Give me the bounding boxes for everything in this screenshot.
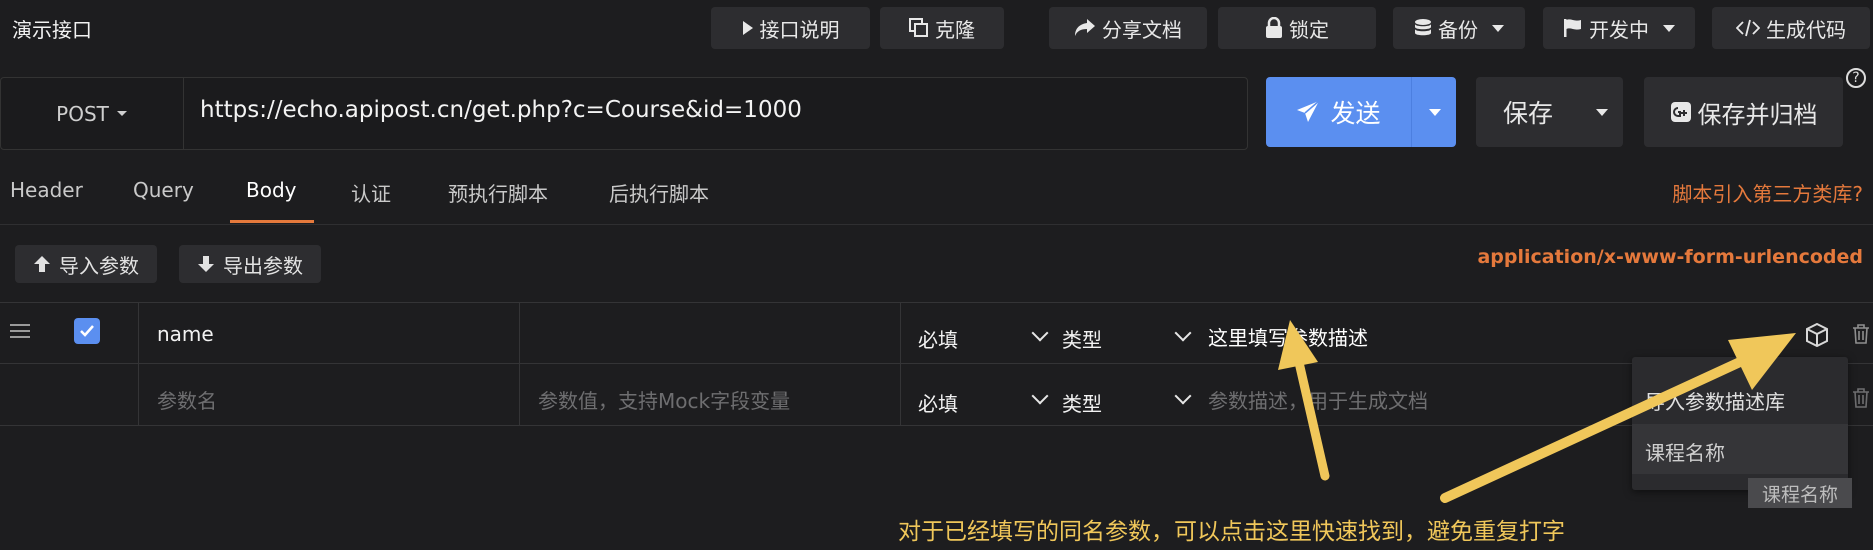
save-archive-button[interactable]: 保存并归档 [1644,77,1843,147]
method-label: POST [56,101,109,126]
chevron-down-icon[interactable] [1031,324,1049,342]
url-input[interactable]: https://echo.apipost.cn/get.php?c=Course… [200,97,802,123]
save-button[interactable]: 保存 [1476,77,1580,147]
doc-button[interactable]: 接口说明 [711,7,870,49]
check-icon [80,325,94,337]
codegen-button[interactable]: 生成代码 [1712,7,1870,49]
backup-button[interactable]: 备份 [1393,7,1525,49]
chevron-down-icon[interactable] [1174,387,1192,405]
help-icon[interactable]: ? [1846,68,1866,88]
copy-icon [909,18,928,37]
param-enabled-checkbox[interactable] [74,318,100,344]
import-params-button[interactable]: 导入参数 [15,245,157,283]
tab-header[interactable]: Header [10,178,83,202]
status-dropdown-label: 开发中 [1589,17,1649,42]
param-description-placeholder[interactable]: 参数描述，用于生成文档 [1208,385,1428,414]
drag-handle-icon[interactable] [10,322,30,344]
chevron-down-icon[interactable] [1174,324,1192,342]
dropdown-item[interactable]: 课程名称 [1645,437,1725,466]
export-params-label: 导出参数 [223,253,303,278]
param-value-placeholder[interactable]: 参数值，支持Mock字段变量 [538,385,790,414]
share-button[interactable]: 分享文档 [1049,7,1207,49]
doc-button-label: 接口说明 [759,17,840,42]
lock-icon [1266,17,1282,38]
app-title: 演示接口 [12,18,92,42]
clone-button[interactable]: 克隆 [880,7,1004,49]
param-description-input[interactable]: 这里填写参数描述 [1208,322,1368,351]
save-archive-label: 保存并归档 [1697,100,1818,129]
lock-button[interactable]: 锁定 [1218,7,1376,49]
send-button[interactable]: 发送 [1266,77,1411,147]
arrow-up-icon [34,256,50,272]
send-button-label: 发送 [1330,99,1381,128]
active-tab-indicator [230,220,314,223]
trash-icon[interactable] [1852,388,1870,412]
dropdown-item-tooltip: 课程名称 [1748,478,1852,508]
send-options-toggle[interactable] [1411,77,1457,147]
play-icon [742,21,753,35]
method-select[interactable]: POST [0,77,184,150]
chevron-down-icon [1663,24,1675,32]
content-type-label[interactable]: application/x-www-form-urlencoded [1477,246,1863,268]
paper-plane-icon [1297,100,1320,122]
flag-icon [1564,19,1581,37]
trash-icon[interactable] [1852,324,1870,348]
column-divider [900,302,901,425]
tab-pre-script[interactable]: 预执行脚本 [448,178,548,207]
lock-button-label: 锁定 [1289,17,1329,42]
import-params-label: 导入参数 [59,253,139,278]
archive-icon [1670,102,1691,122]
tab-body[interactable]: Body [246,178,297,202]
chevron-down-icon[interactable] [1031,387,1049,405]
table-border-top [0,302,1873,303]
save-options-toggle[interactable] [1580,77,1623,147]
column-divider [138,302,139,425]
param-value-input[interactable] [520,303,899,363]
annotation-text: 对于已经填写的同名参数，可以点击这里快速找到，避免重复打字 [898,519,1565,545]
type-select-label[interactable]: 类型 [1062,388,1102,417]
chevron-down-icon [116,111,127,116]
export-params-button[interactable]: 导出参数 [179,245,321,283]
dropdown-header[interactable]: 导入参数描述库 [1645,386,1785,415]
chevron-down-icon [1428,108,1441,116]
row-divider [0,363,1873,364]
script-library-link[interactable]: 脚本引入第三方类库? [1672,178,1863,207]
database-icon [1415,19,1431,36]
share-button-label: 分享文档 [1102,17,1182,42]
param-name-placeholder[interactable]: 参数名 [157,385,217,414]
param-name-input[interactable]: name [157,322,214,346]
status-dropdown[interactable]: 开发中 [1543,7,1695,49]
code-icon [1736,19,1760,37]
required-select-label[interactable]: 必填 [918,388,958,417]
tab-post-script[interactable]: 后执行脚本 [609,178,709,207]
codegen-button-label: 生成代码 [1766,17,1846,42]
tab-auth[interactable]: 认证 [351,178,391,207]
chevron-down-icon [1492,24,1504,32]
tab-query[interactable]: Query [133,178,194,202]
backup-button-label: 备份 [1438,17,1478,42]
arrow-down-icon [198,256,214,272]
clone-button-label: 克隆 [935,17,975,42]
required-select-label[interactable]: 必填 [918,324,958,353]
tabs-divider [0,224,1873,225]
chevron-down-icon [1595,108,1608,116]
table-border-bottom [0,425,1873,426]
share-icon [1075,19,1095,36]
type-select-label[interactable]: 类型 [1062,324,1102,353]
cube-icon[interactable] [1806,322,1828,351]
